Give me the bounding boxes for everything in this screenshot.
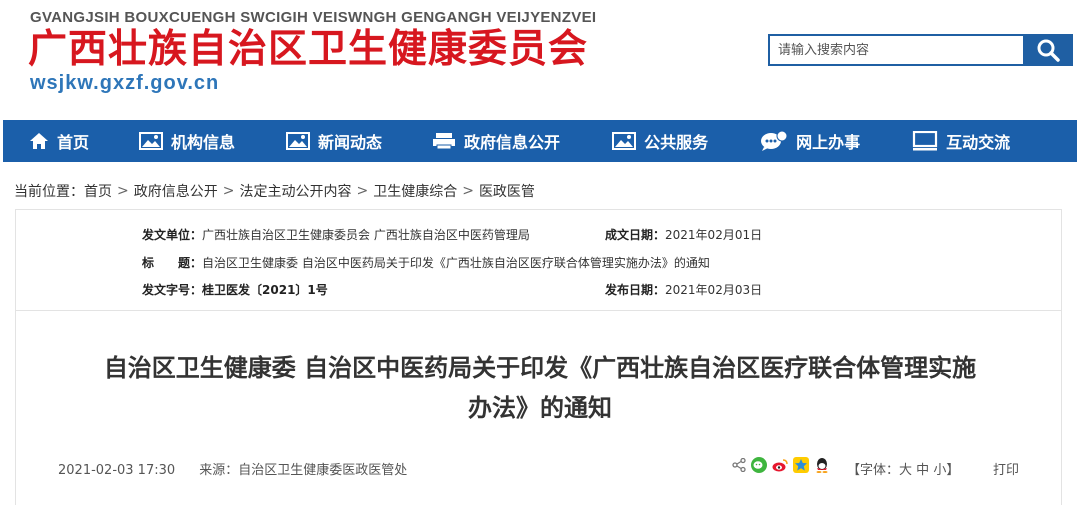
font-size-label-open: 【字体： (847, 463, 900, 478)
picture-icon (139, 132, 164, 150)
nav-item-home[interactable]: 首页 (29, 120, 89, 162)
wechat-icon[interactable] (751, 457, 767, 473)
picture-icon (286, 132, 311, 150)
meta-date-written-label: 成文日期： (605, 228, 666, 242)
meta-doc-number-label: 发文字号： (142, 283, 203, 297)
meta-doc-number-value: 桂卫医发〔2021〕1号 (202, 283, 328, 297)
nav-label: 政府信息公开 (464, 133, 561, 152)
print-button[interactable]: 打印 (993, 459, 1019, 478)
share-bar (732, 457, 830, 473)
meta-issuer-value: 广西壮族自治区卫生健康委员会 广西壮族自治区中医药管理局 (202, 228, 530, 242)
site-name[interactable]: 广西壮族自治区卫生健康委员会 (28, 25, 588, 75)
breadcrumb-separator: > (356, 183, 369, 199)
breadcrumb-separator: > (462, 183, 474, 199)
nav-label: 网上办事 (796, 133, 861, 152)
breadcrumb-item-statutory[interactable]: 法定主动公开内容 (239, 181, 351, 201)
meta-publish-date: 发布日期：2021年02月03日 (605, 281, 762, 298)
nav-item-public-service[interactable]: 公共服务 (612, 120, 708, 162)
font-size-medium[interactable]: 中 (916, 463, 929, 478)
meta-issuer-label: 发文单位： (142, 228, 203, 242)
article-title-line: 办法》的通知 (468, 394, 612, 422)
article-info: 2021-02-03 17:30 来源：自治区卫生健康委医政医管处 (58, 459, 407, 478)
site-name-zhuang: GVANGJSIH BOUXCUENGH SWCIGIH VEISWNGH GE… (30, 9, 597, 26)
font-size-small[interactable]: 小 (933, 463, 946, 478)
nav-item-gov-info[interactable]: 政府信息公开 (432, 120, 560, 162)
nav-item-news[interactable]: 新闻动态 (286, 120, 382, 162)
breadcrumb-separator: > (117, 183, 129, 199)
main-nav: 首页 机构信息 新闻动态 政府信息公开 公共服务 网上办事 互动交流 (3, 120, 1077, 162)
nav-label: 互动交流 (946, 133, 1011, 152)
nav-label: 公共服务 (644, 133, 709, 152)
breadcrumb-item-gov-info[interactable]: 政府信息公开 (134, 181, 218, 201)
breadcrumb-item-health-general[interactable]: 卫生健康综合 (373, 181, 457, 201)
breadcrumb-item-medical-admin[interactable]: 医政医管 (479, 181, 535, 201)
font-size-label-close: 】 (946, 463, 960, 478)
meta-publish-date-value: 2021年02月03日 (665, 283, 763, 297)
nav-item-interaction[interactable]: 互动交流 (912, 120, 1010, 162)
site-header: GVANGJSIH BOUXCUENGH SWCIGIH VEISWNGH GE… (0, 0, 1080, 120)
font-size-large[interactable]: 大 (899, 463, 912, 478)
meta-title: 标 题：自治区卫生健康委 自治区中医药局关于印发《广西壮族自治区医疗联合体管理实… (142, 254, 710, 271)
breadcrumb-prefix: 当前位置： (14, 184, 84, 200)
nav-item-online-service[interactable]: 网上办事 (760, 120, 860, 162)
nav-label: 首页 (57, 133, 90, 152)
meta-issuer: 发文单位：广西壮族自治区卫生健康委员会 广西壮族自治区中医药管理局 (142, 226, 530, 243)
qzone-icon[interactable] (793, 457, 809, 473)
meta-title-value: 自治区卫生健康委 自治区中医药局关于印发《广西壮族自治区医疗联合体管理实施办法》… (202, 256, 710, 270)
meta-doc-number: 发文字号：桂卫医发〔2021〕1号 (142, 281, 328, 298)
monitor-icon (912, 131, 938, 151)
breadcrumb-item-home[interactable]: 首页 (84, 181, 112, 201)
document-icon (432, 132, 456, 150)
meta-publish-date-label: 发布日期： (605, 283, 666, 297)
nav-label: 机构信息 (171, 133, 236, 152)
share-icon[interactable] (732, 458, 746, 472)
nav-label: 新闻动态 (318, 133, 383, 152)
search-icon (1037, 39, 1060, 62)
breadcrumb-separator: > (222, 183, 235, 199)
article-datetime: 2021-02-03 17:30 (58, 463, 176, 478)
meta-date-written-value: 2021年02月01日 (665, 228, 763, 242)
site-url[interactable]: wsjkw.gxzf.gov.cn (30, 72, 219, 95)
article-title: 自治区卫生健康委 自治区中医药局关于印发《广西壮族自治区医疗联合体管理实施 办法… (40, 348, 1040, 428)
meta-title-label: 标 题： (142, 256, 203, 270)
nav-item-organization[interactable]: 机构信息 (139, 120, 235, 162)
search-input[interactable] (768, 34, 1023, 66)
chat-icon (760, 131, 788, 151)
article-title-line: 自治区卫生健康委 自治区中医药局关于印发《广西壮族自治区医疗联合体管理实施 (103, 354, 977, 382)
font-size-control: 【字体：大 中 小】 (847, 459, 959, 478)
home-icon (29, 132, 49, 150)
weibo-icon[interactable] (772, 457, 788, 473)
qq-icon[interactable] (814, 457, 830, 473)
meta-date-written: 成文日期：2021年02月01日 (605, 226, 762, 243)
search-button[interactable] (1023, 34, 1073, 66)
picture-icon (612, 132, 637, 150)
article-source: 来源：自治区卫生健康委医政医管处 (199, 463, 408, 478)
breadcrumb: 当前位置： 首页 > 政府信息公开 > 法定主动公开内容 > 卫生健康综合 > … (14, 181, 535, 201)
